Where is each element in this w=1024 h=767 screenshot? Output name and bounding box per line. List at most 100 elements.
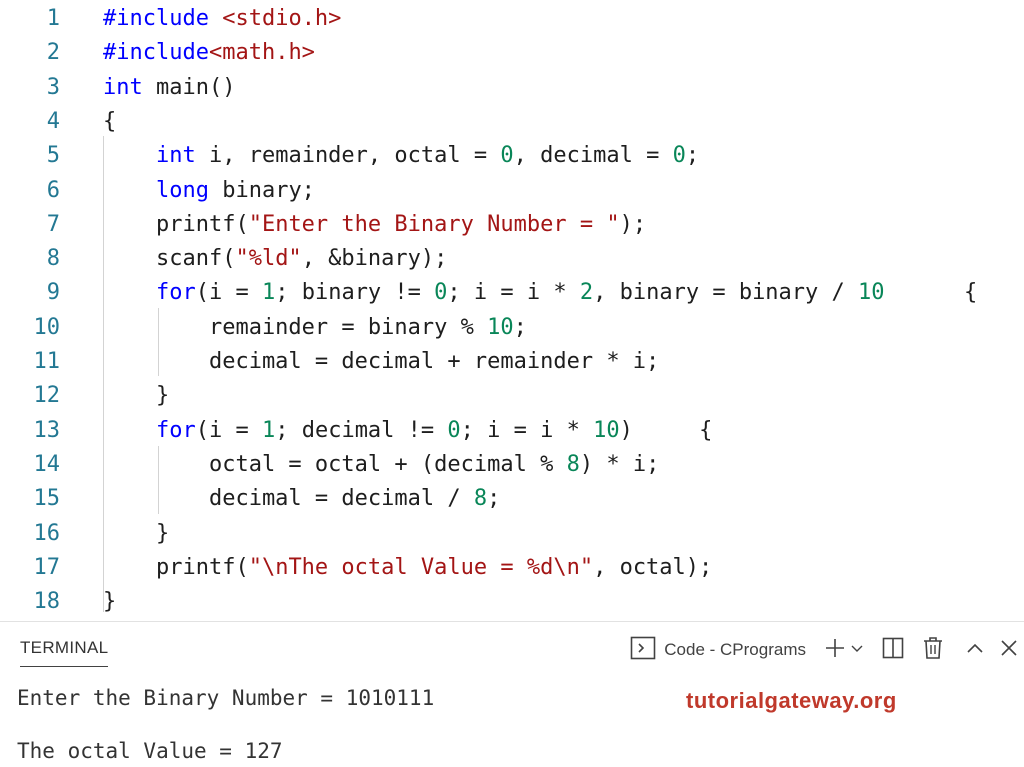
code-line[interactable]: 17 printf("\nThe octal Value = %d\n", oc… bbox=[0, 551, 1024, 585]
code-token: } bbox=[103, 520, 170, 546]
code-line[interactable]: 5 int i, remainder, octal = 0, decimal =… bbox=[0, 139, 1024, 173]
code-line[interactable]: 4{ bbox=[0, 105, 1024, 139]
trash-icon bbox=[922, 636, 944, 665]
number-token: 0 bbox=[447, 417, 461, 443]
code-text: } bbox=[103, 379, 169, 413]
code-line[interactable]: 8 scanf("%ld", &binary); bbox=[0, 242, 1024, 276]
code-token: } bbox=[103, 383, 170, 409]
chevron-down-icon bbox=[850, 641, 864, 660]
code-line[interactable]: 2 #include<math.h> bbox=[0, 36, 1024, 70]
code-text: } bbox=[103, 585, 116, 619]
line-number: 6 bbox=[46, 177, 60, 203]
line-number: 12 bbox=[33, 383, 61, 409]
number-token: 0 bbox=[434, 280, 448, 306]
code-token: ); bbox=[619, 211, 647, 237]
number-token: 2 bbox=[579, 280, 594, 306]
code-line[interactable]: 13 for(i = 1; decimal != 0; i = i * 10) … bbox=[0, 414, 1024, 448]
keyword-token: long bbox=[155, 177, 209, 203]
code-token: , binary = binary / bbox=[593, 280, 859, 306]
code-line[interactable]: 7 printf("Enter the Binary Number = "); bbox=[0, 208, 1024, 242]
line-number: 17 bbox=[33, 554, 61, 580]
code-token: printf( bbox=[103, 554, 249, 580]
keyword-token: for bbox=[155, 417, 196, 443]
code-line[interactable]: 15 decimal = decimal / 8; bbox=[0, 482, 1024, 516]
number-token: 10 bbox=[487, 314, 514, 340]
code-text: #include<math.h> bbox=[103, 36, 315, 70]
keyword-token: #include bbox=[103, 6, 209, 31]
terminal-dropdown-button[interactable] bbox=[850, 641, 864, 660]
code-token: printf( bbox=[103, 211, 249, 237]
code-token: ; i = i * bbox=[460, 417, 594, 443]
code-token: scanf( bbox=[103, 246, 236, 272]
terminal-output-line: The octal Value = 127 bbox=[17, 739, 283, 763]
string-token: <stdio.h> bbox=[222, 6, 342, 31]
code-token: , decimal = bbox=[513, 143, 673, 169]
code-text: for(i = 1; decimal != 0; i = i * 10) { bbox=[103, 414, 712, 448]
string-token: "%ld" bbox=[235, 246, 302, 272]
line-number: 4 bbox=[46, 108, 60, 134]
code-line[interactable]: 1 #include <stdio.h> bbox=[0, 2, 1024, 36]
string-token: "\nThe octal Value = %d\n" bbox=[248, 554, 594, 580]
line-number: 10 bbox=[33, 314, 61, 340]
keyword-token: for bbox=[155, 280, 196, 306]
close-icon bbox=[1000, 639, 1018, 662]
line-number: 16 bbox=[33, 520, 61, 546]
code-token: decimal = decimal / bbox=[103, 486, 474, 512]
code-token: } bbox=[103, 589, 117, 615]
keyword-token: int bbox=[155, 143, 196, 169]
code-token: ; bbox=[513, 314, 527, 340]
code-token: (i = bbox=[195, 280, 262, 306]
chevron-up-icon bbox=[966, 641, 984, 660]
code-token: ; decimal != bbox=[275, 417, 448, 443]
new-terminal-button[interactable] bbox=[824, 637, 846, 664]
code-text: decimal = decimal + remainder * i; bbox=[103, 345, 659, 379]
split-icon bbox=[882, 637, 904, 664]
code-editor[interactable]: 1 #include <stdio.h> 2 #include<math.h> 3 int… bbox=[0, 0, 1024, 621]
keyword-token: #include bbox=[103, 40, 209, 66]
line-number: 14 bbox=[33, 451, 61, 477]
shell-label: Code - CPrograms bbox=[664, 640, 806, 659]
code-line[interactable]: 16 } bbox=[0, 517, 1024, 551]
code-token: { bbox=[103, 108, 117, 134]
code-line[interactable]: 14 octal = octal + (decimal % 8) * i; bbox=[0, 448, 1024, 482]
terminal-shell-selector[interactable]: Code - CPrograms bbox=[630, 636, 806, 665]
kill-terminal-button[interactable] bbox=[922, 636, 944, 665]
code-token: octal = octal + (decimal % bbox=[103, 451, 567, 477]
code-token: , &binary); bbox=[301, 246, 448, 272]
code-text: long binary; bbox=[103, 174, 315, 208]
code-text: printf("Enter the Binary Number = "); bbox=[103, 208, 646, 242]
code-line[interactable]: 18} bbox=[0, 585, 1024, 619]
code-line[interactable]: 10 remainder = binary % 10; bbox=[0, 311, 1024, 345]
code-line[interactable]: 9 for(i = 1; binary != 0; i = i * 2, bin… bbox=[0, 276, 1024, 310]
code-text: int main() bbox=[103, 71, 235, 105]
code-text: decimal = decimal / 8; bbox=[103, 482, 500, 516]
line-number: 3 bbox=[46, 74, 60, 100]
number-token: 10 bbox=[858, 280, 885, 306]
code-text: { bbox=[103, 105, 116, 139]
split-terminal-button[interactable] bbox=[882, 637, 904, 664]
terminal-output-line: Enter the Binary Number = 1010111 bbox=[17, 686, 435, 710]
code-line[interactable]: 3 int main() bbox=[0, 71, 1024, 105]
code-token: (i = bbox=[195, 417, 262, 443]
watermark-logo: tutorialgateway.org bbox=[686, 688, 897, 713]
line-number: 13 bbox=[33, 417, 61, 443]
number-token: 1 bbox=[261, 280, 276, 306]
number-token: 8 bbox=[566, 451, 580, 477]
line-number: 2 bbox=[46, 40, 60, 66]
close-panel-button[interactable] bbox=[1000, 639, 1018, 662]
code-token: i, remainder, octal = bbox=[195, 143, 501, 169]
code-token: , octal); bbox=[593, 554, 713, 580]
keyword-token: int bbox=[103, 74, 143, 100]
number-token: 0 bbox=[500, 143, 514, 169]
code-line[interactable]: 12 } bbox=[0, 379, 1024, 413]
code-text: remainder = binary % 10; bbox=[103, 311, 527, 345]
code-text: printf("\nThe octal Value = %d\n", octal… bbox=[103, 551, 712, 585]
code-line[interactable]: 11 decimal = decimal + remainder * i; bbox=[0, 345, 1024, 379]
code-line[interactable]: 6 long binary; bbox=[0, 174, 1024, 208]
maximize-panel-button[interactable] bbox=[966, 641, 984, 660]
tab-terminal[interactable]: TERMINAL bbox=[20, 638, 109, 667]
